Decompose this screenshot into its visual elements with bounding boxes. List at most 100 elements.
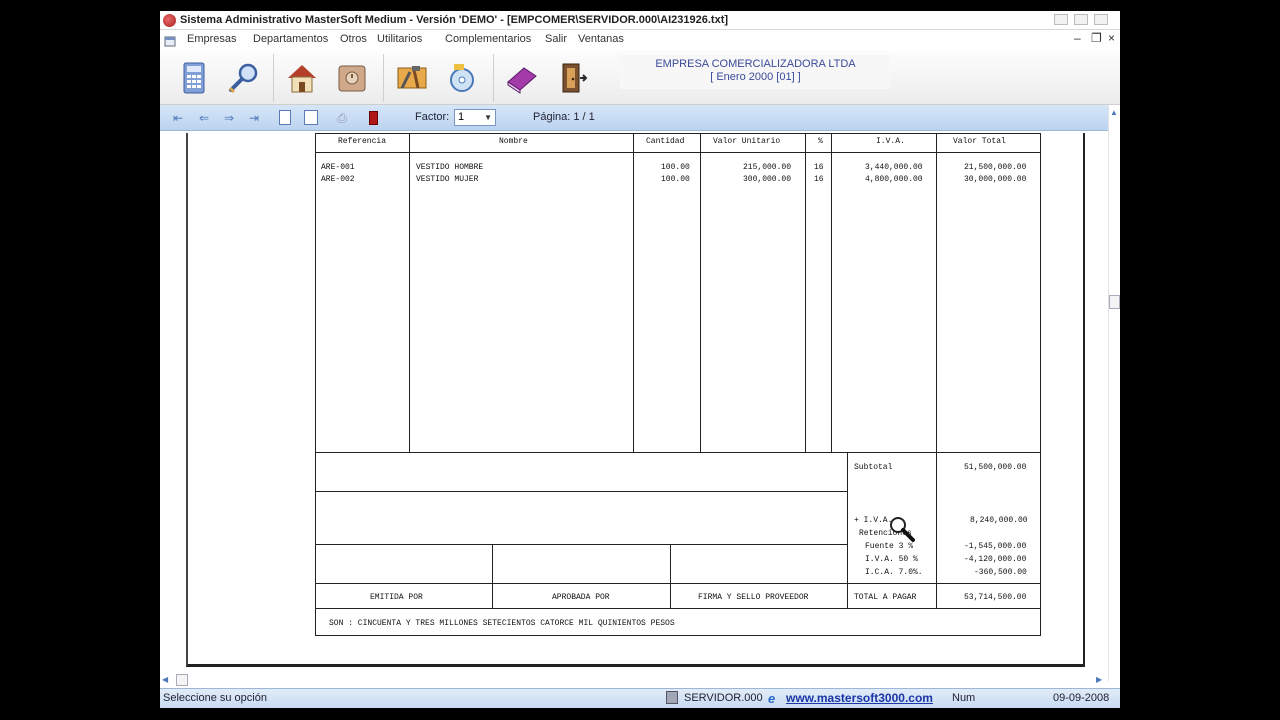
scroll-right-icon[interactable]: ▶ — [1096, 675, 1102, 684]
menu-complementarios[interactable]: Complementarios — [445, 33, 531, 45]
minimize-window-button[interactable] — [1054, 14, 1068, 25]
header-valor-total: Valor Total — [953, 137, 1006, 146]
row-1-ref: ARE-001 — [321, 163, 355, 172]
toolbar-separator — [493, 54, 494, 102]
menu-salir[interactable]: Salir — [545, 33, 567, 45]
title-bar: Sistema Administrativo MasterSoft Medium… — [160, 11, 1120, 30]
last-page-icon[interactable]: ⇥ — [246, 111, 262, 125]
total-pagar-label: TOTAL A PAGAR — [854, 593, 917, 602]
table-border-bottom — [315, 635, 1041, 636]
two-pages-icon[interactable] — [304, 110, 318, 125]
menu-bar: Empresas Departamentos Otros Utilitarios… — [160, 30, 1120, 50]
signature-labels-line — [315, 583, 1041, 584]
ret-ica-value: -360,500.00 — [974, 568, 1027, 577]
app-logo-icon — [163, 14, 176, 27]
company-period: [ Enero 2000 [01] ] — [710, 71, 801, 83]
header-iva: I.V.A. — [876, 137, 905, 146]
header-nombre: Nombre — [499, 137, 528, 146]
print-icon[interactable]: ⎙ — [334, 111, 350, 125]
row-2-ref: ARE-002 — [321, 175, 355, 184]
website-link[interactable]: www.mastersoft3000.com — [786, 691, 933, 705]
report-page: Referencia Nombre Cantidad Valor Unitari… — [186, 133, 1085, 667]
chevron-down-icon: ▼ — [484, 113, 492, 122]
signature-divider — [670, 544, 671, 609]
status-server: SERVIDOR.000 — [684, 692, 763, 704]
signature-divider — [492, 544, 493, 609]
row-2-iva: 4,800,000.00 — [865, 175, 923, 184]
summary-label-line — [847, 453, 848, 609]
row-1-valor-unitario: 215,000.00 — [743, 163, 792, 172]
page-indicator: Página: 1 / 1 — [533, 111, 595, 123]
company-name: EMPRESA COMERCIALIZADORA LTDA — [655, 58, 856, 70]
subtotal-row-line — [315, 491, 847, 492]
menu-empresas[interactable]: Empresas — [187, 33, 237, 45]
home-icon[interactable] — [280, 56, 324, 100]
iva-value: 8,240,000.00 — [970, 516, 1028, 525]
header-referencia: Referencia — [338, 137, 387, 146]
ret-iva-value: -4,120,000.00 — [964, 555, 1027, 564]
main-toolbar: EMPRESA COMERCIALIZADORA LTDA [ Enero 20… — [160, 50, 1120, 105]
row-2-percent: 16 — [814, 175, 824, 184]
row-1-percent: 16 — [814, 163, 824, 172]
row-1-valor-total: 21,500,000.00 — [964, 163, 1027, 172]
col-line — [831, 133, 832, 453]
next-page-icon[interactable]: ⇒ — [221, 111, 237, 125]
table-border-right — [1040, 133, 1041, 636]
scroll-left-icon[interactable]: ◀ — [162, 675, 168, 684]
iva-label: + I.V.A. — [854, 516, 893, 525]
header-percent: % — [818, 137, 823, 146]
son-top-line — [315, 608, 1041, 609]
exit-door-icon[interactable] — [550, 56, 594, 100]
company-info-panel: EMPRESA COMERCIALIZADORA LTDA [ Enero 20… — [620, 55, 891, 89]
maximize-window-button[interactable] — [1074, 14, 1088, 25]
aprobada-por-label: APROBADA POR — [552, 593, 610, 602]
safe-icon[interactable] — [330, 56, 374, 100]
items-bottom-line — [315, 452, 1041, 453]
main-window: Sistema Administrativo MasterSoft Medium… — [160, 11, 1120, 708]
mdi-minimize-button[interactable]: – — [1074, 31, 1081, 45]
horizontal-scrollbar[interactable]: ◀ ▶ — [160, 672, 1108, 688]
first-page-icon[interactable]: ⇤ — [170, 111, 186, 125]
single-page-icon[interactable] — [279, 110, 291, 125]
toolbar-separator — [383, 54, 384, 102]
signature-top-line — [315, 544, 847, 545]
search-key-icon[interactable] — [222, 56, 266, 100]
horizontal-scroll-thumb[interactable] — [176, 674, 188, 686]
row-1-nombre: VESTIDO HOMBRE — [416, 163, 484, 172]
table-border-left — [315, 133, 316, 636]
toolbar-separator — [273, 54, 274, 102]
report-viewer[interactable]: Referencia Nombre Cantidad Valor Unitari… — [160, 131, 1108, 678]
calculator-icon[interactable] — [172, 56, 216, 100]
row-2-nombre: VESTIDO MUJER — [416, 175, 479, 184]
menu-departamentos[interactable]: Departamentos — [253, 33, 328, 45]
status-hint: Seleccione su opción — [163, 692, 267, 704]
previous-page-icon[interactable]: ⇐ — [196, 111, 212, 125]
mdi-close-button[interactable]: × — [1108, 31, 1115, 45]
header-valor-unitario: Valor Unitario — [713, 137, 781, 146]
close-report-icon[interactable] — [369, 111, 378, 125]
factor-select[interactable]: 1 ▼ — [454, 109, 496, 126]
row-2-cantidad: 100.00 — [661, 175, 690, 184]
col-line — [633, 133, 634, 453]
ret-fuente-value: -1,545,000.00 — [964, 542, 1027, 551]
row-1-cantidad: 100.00 — [661, 163, 690, 172]
mdi-document-icon[interactable] — [164, 34, 176, 47]
subtotal-label: Subtotal — [854, 463, 893, 472]
menu-otros[interactable]: Otros — [340, 33, 367, 45]
scroll-up-icon[interactable]: ▲ — [1110, 108, 1118, 117]
tools-icon[interactable] — [390, 56, 434, 100]
subtotal-value: 51,500,000.00 — [964, 463, 1027, 472]
vertical-scrollbar[interactable]: ▲ — [1108, 105, 1120, 681]
ret-fuente-label: Fuente 3 % — [865, 542, 914, 551]
vertical-scroll-thumb[interactable] — [1109, 295, 1120, 309]
status-numlock: Num — [952, 692, 976, 704]
book-icon[interactable] — [500, 56, 544, 100]
menu-ventanas[interactable]: Ventanas — [578, 33, 624, 45]
mdi-restore-button[interactable]: ❐ — [1091, 31, 1102, 45]
total-pagar-value: 53,714,500.00 — [964, 593, 1027, 602]
cd-icon[interactable] — [440, 56, 484, 100]
menu-utilitarios[interactable]: Utilitarios — [377, 33, 422, 45]
col-line — [409, 133, 410, 453]
magnifier-cursor-icon — [888, 515, 916, 543]
close-window-button[interactable] — [1094, 14, 1108, 25]
